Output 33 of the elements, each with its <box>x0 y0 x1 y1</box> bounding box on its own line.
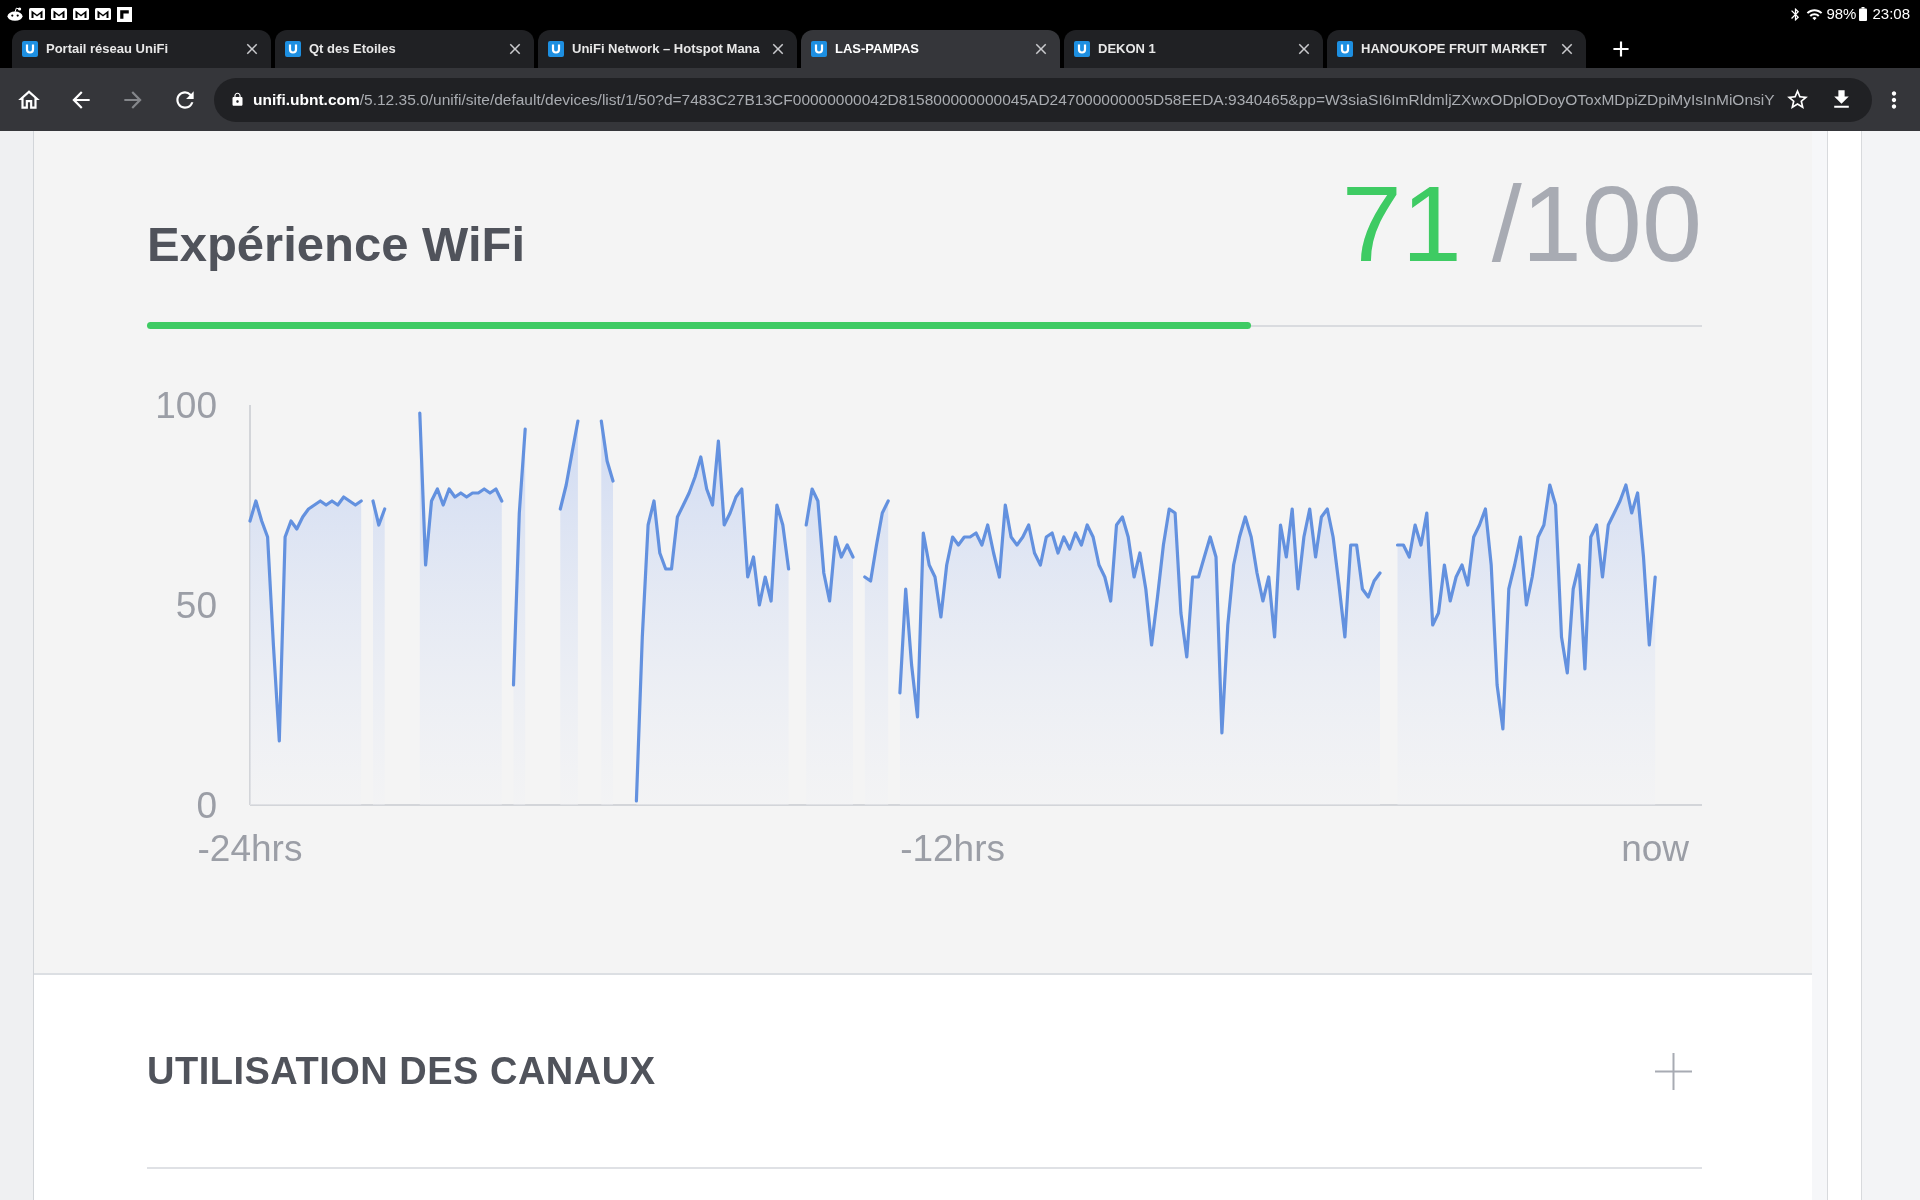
clock: 23:08 <box>1872 3 1910 24</box>
mail-icon <box>51 8 67 20</box>
browser-tab[interactable]: UniFi Network – Hotspot Mana <box>538 30 797 68</box>
axis-label: 50 <box>175 584 217 626</box>
browser-tab[interactable]: DEKON 1 <box>1064 30 1323 68</box>
alien-icon <box>7 7 23 21</box>
lock-icon <box>230 92 245 107</box>
logo-icon <box>1337 41 1353 57</box>
logo-icon <box>22 41 38 57</box>
score-max: /100 <box>1491 170 1702 278</box>
star-icon[interactable] <box>1785 87 1810 112</box>
browser-tab[interactable]: Qt des Etoiles <box>275 30 534 68</box>
logo-icon <box>285 41 301 57</box>
battery-icon <box>1859 7 1868 21</box>
mail-icon <box>95 8 111 20</box>
section-title: UTILISATION DES CANAUX <box>147 1052 656 1090</box>
address-bar[interactable]: unifi.ubnt.com/5.12.35.0/unifi/site/default/devices/list/1/50?d=7483C27B13CF00000000042D815800000000045AD247000000005D58EEDA:9340465&pp=W3siaSI6ImRldmljZXwxODplODoyOToxMDpiZDpiMyIsInMiOnsiY <box>214 77 1872 122</box>
browser-tab[interactable]: Portail réseau UniFi <box>12 30 271 68</box>
battery-level: 98% <box>1826 3 1857 24</box>
browser-tab[interactable]: HANOUKOPE FRUIT MARKET <box>1327 30 1586 68</box>
logo-icon <box>811 41 827 57</box>
axis-label: 0 <box>196 784 217 826</box>
logo-icon <box>548 41 564 57</box>
logo-icon <box>1074 41 1090 57</box>
square-icon <box>117 6 132 22</box>
url-host: unifi.ubnt.com <box>253 89 360 110</box>
panel-title: Expérience WiFi <box>147 220 526 269</box>
axis-label: 100 <box>155 384 217 426</box>
mail-icon <box>29 8 45 20</box>
url-path: /5.12.35.0/unifi/site/default/devices/list/1/50?d=7483C27B13CF00000000042D815800000000045AD247000000005D58EEDA:9340465&pp=W3siaSI6ImRldmljZXwxODplODoyOToxMDpiZDpiMyIsInMiOnsiY <box>359 89 1775 110</box>
mail-icon <box>73 8 89 20</box>
score-value: 71 <box>1341 170 1462 278</box>
browser-tab[interactable]: LAS-PAMPAS <box>801 30 1060 68</box>
